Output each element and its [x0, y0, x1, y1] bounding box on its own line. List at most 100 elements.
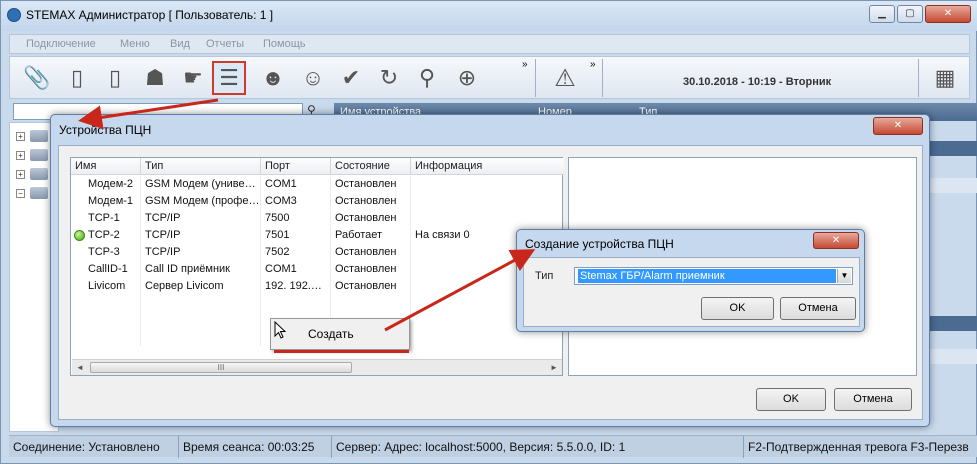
table-cell-state[interactable]: Остановлен — [331, 193, 411, 210]
table-cell-info[interactable] — [411, 210, 564, 227]
tree-collapse-icon[interactable]: − — [16, 189, 25, 198]
paperclip-icon[interactable]: 📎 — [20, 61, 54, 95]
toolbar-more[interactable]: » — [522, 59, 528, 70]
column-type[interactable]: Тип — [141, 158, 261, 175]
tree-expand-icon[interactable]: + — [16, 132, 25, 141]
table-cell-state[interactable]: Остановлен — [331, 176, 411, 193]
scroll-right-icon[interactable]: ► — [550, 363, 558, 372]
table-cell-name[interactable]: TCP-1 — [71, 210, 141, 227]
table-cell-state[interactable]: Работает — [331, 227, 411, 244]
table-cell-type[interactable]: TCP/IP — [141, 244, 261, 261]
scroll-thumb[interactable]: III — [90, 362, 352, 373]
column-name[interactable]: Имя — [71, 158, 141, 175]
menu-help[interactable]: Помощь — [263, 38, 306, 50]
table-cell-state[interactable]: Остановлен — [331, 244, 411, 261]
status-session: Время сеанса: 00:03:25 — [179, 436, 332, 458]
hand-icon[interactable]: ☛ — [176, 61, 210, 95]
users-icon[interactable]: ☗ — [138, 61, 172, 95]
table-cell-port[interactable]: COM1 — [261, 261, 331, 278]
table-cell-type[interactable]: Call ID приёмник — [141, 261, 261, 278]
app-icon — [7, 8, 21, 22]
tree-expand-icon[interactable]: + — [16, 151, 25, 160]
folder-icon — [30, 168, 48, 180]
table-cell-empty — [71, 295, 141, 312]
chevron-down-icon[interactable]: ▼ — [837, 269, 851, 283]
table-cell-type[interactable]: TCP/IP — [141, 210, 261, 227]
type-select[interactable]: Stemax ГБР/Alarm приемник ▼ — [574, 267, 853, 285]
table-cell-state[interactable]: Остановлен — [331, 278, 411, 295]
folder-icon — [30, 187, 48, 199]
refresh-icon[interactable]: ↻ — [372, 61, 406, 95]
status-bar: Соединение: Установлено Время сеанса: 00… — [9, 435, 977, 458]
user-icon[interactable]: ☻ — [256, 61, 290, 95]
table-cell-port[interactable]: 7501 — [261, 227, 331, 244]
column-state[interactable]: Состояние — [331, 158, 411, 175]
device-row[interactable] — [926, 349, 977, 364]
device-remove-icon[interactable]: ▯ — [98, 61, 132, 95]
maximize-button[interactable]: ▢ — [897, 5, 923, 23]
table-cell-empty — [141, 312, 261, 329]
map-icon[interactable]: ▦ — [928, 61, 962, 95]
table-cell-name[interactable]: CallID-1 — [71, 261, 141, 278]
menu-menu[interactable]: Меню — [120, 38, 150, 50]
menu-connection[interactable]: Подключение — [26, 38, 96, 50]
device-add-icon[interactable]: ▯ — [60, 61, 94, 95]
table-cell-port[interactable]: 7502 — [261, 244, 331, 261]
zoom-icon[interactable]: ⊕ — [450, 61, 484, 95]
context-menu: Создать — [270, 318, 410, 350]
folder-icon — [30, 130, 48, 142]
alarm-icon[interactable]: ⚠ — [548, 61, 582, 95]
folder-icon — [30, 149, 48, 161]
main-window-title: STEMAX Администратор [ Пользователь: 1 ] — [26, 8, 274, 22]
minimize-button[interactable]: ▁ — [869, 5, 895, 23]
table-cell-name[interactable]: Модем-2 — [71, 176, 141, 193]
table-cell-empty — [331, 295, 411, 312]
pcn-devices-icon[interactable]: ☰ — [212, 61, 246, 95]
status-hotkeys: F2-Подтвержденная тревога F3-Перезв — [748, 440, 969, 454]
table-cell-port[interactable]: 7500 — [261, 210, 331, 227]
search-icon[interactable]: ⚲ — [410, 61, 444, 95]
menu-view[interactable]: Вид — [170, 38, 190, 50]
pcn-close-button[interactable]: ✕ — [873, 117, 923, 135]
device-row[interactable] — [926, 178, 977, 193]
table-cell-type[interactable]: GSM Модем (профе… — [141, 193, 261, 210]
check-icon[interactable]: ✔ — [334, 61, 368, 95]
scroll-left-icon[interactable]: ◄ — [76, 363, 84, 372]
menu-reports[interactable]: Отчеты — [206, 38, 244, 50]
table-cell-name[interactable]: Livicom — [71, 278, 141, 295]
table-cell-name[interactable]: Модем-1 — [71, 193, 141, 210]
column-info[interactable]: Информация — [411, 158, 564, 175]
type-label: Тип — [535, 270, 554, 282]
table-cell-type[interactable]: GSM Модем (униве… — [141, 176, 261, 193]
tree-expand-icon[interactable]: + — [16, 170, 25, 179]
pcn-ok-button[interactable]: OK — [756, 388, 826, 411]
horizontal-scrollbar[interactable]: ◄ III ► — [72, 359, 562, 375]
table-cell-empty — [261, 295, 331, 312]
device-row[interactable] — [926, 316, 977, 331]
create-close-button[interactable]: ✕ — [813, 232, 859, 249]
table-cell-state[interactable]: Остановлен — [331, 261, 411, 278]
context-menu-create[interactable]: Создать — [274, 322, 406, 346]
table-cell-port[interactable]: COM3 — [261, 193, 331, 210]
table-cell-name[interactable]: TCP-3 — [71, 244, 141, 261]
create-ok-button[interactable]: OK — [701, 297, 774, 320]
table-cell-info[interactable] — [411, 176, 564, 193]
main-title-bar: STEMAX Администратор [ Пользователь: 1 ]… — [1, 1, 977, 31]
table-cell-info[interactable] — [411, 193, 564, 210]
device-row[interactable] — [926, 141, 977, 156]
table-cell-port[interactable]: COM1 — [261, 176, 331, 193]
table-cell-name[interactable]: TCP-2 — [71, 227, 141, 244]
column-port[interactable]: Порт — [261, 158, 331, 175]
create-dialog-body: Тип Stemax ГБР/Alarm приемник ▼ OK Отмен… — [523, 257, 860, 327]
table-cell-type[interactable]: TCP/IP — [141, 227, 261, 244]
table-cell-type[interactable]: Сервер Livicom — [141, 278, 261, 295]
separator — [918, 59, 919, 97]
create-cancel-button[interactable]: Отмена — [780, 297, 856, 320]
table-cell-state[interactable]: Остановлен — [331, 210, 411, 227]
alarm-more[interactable]: » — [590, 59, 596, 70]
create-device-dialog: Создание устройства ПЦН ✕ Тип Stemax ГБР… — [516, 229, 865, 332]
close-button[interactable]: ✕ — [925, 5, 971, 23]
table-cell-port[interactable]: 192. 192.… — [261, 278, 331, 295]
user-card-icon[interactable]: ☺ — [296, 61, 330, 95]
pcn-cancel-button[interactable]: Отмена — [834, 388, 912, 411]
